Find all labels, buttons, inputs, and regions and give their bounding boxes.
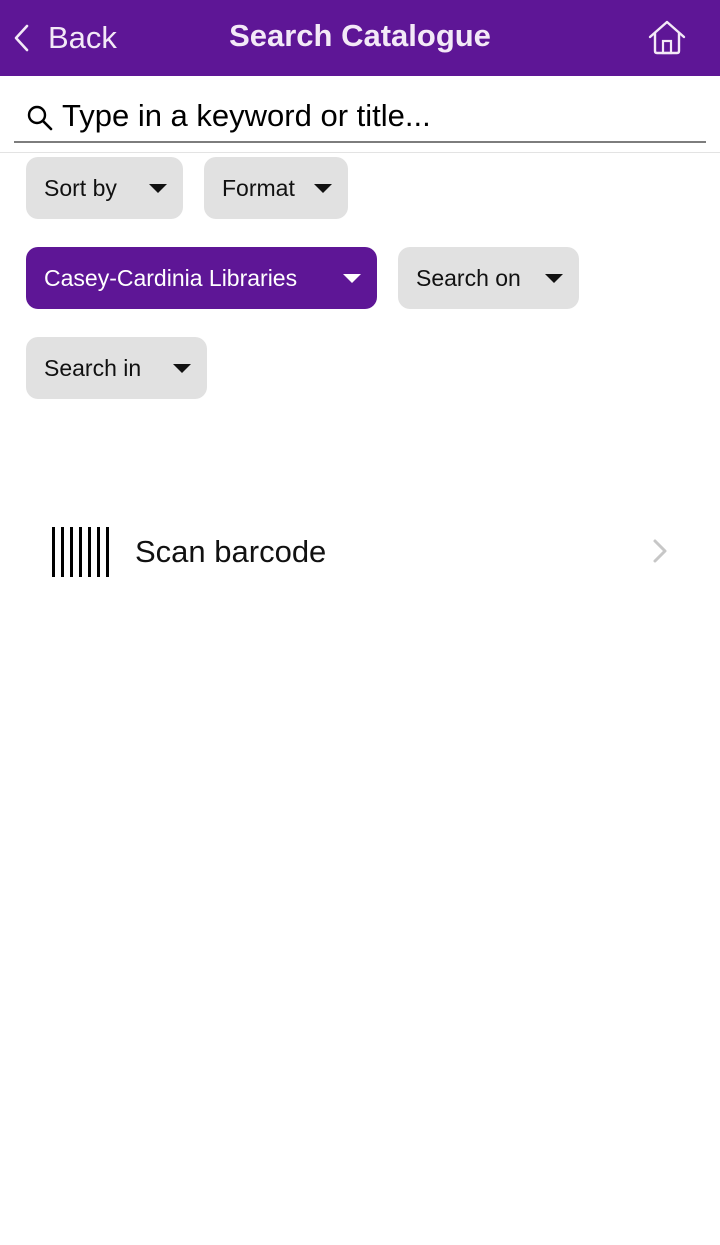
barcode-icon xyxy=(52,527,109,577)
home-icon[interactable] xyxy=(648,20,686,56)
divider xyxy=(0,152,720,153)
caret-down-icon xyxy=(314,184,332,193)
back-label: Back xyxy=(48,20,117,55)
chevron-right-icon xyxy=(653,539,667,563)
caret-down-icon xyxy=(149,184,167,193)
sort-by-label: Sort by xyxy=(44,174,117,201)
search-in-label: Search in xyxy=(44,354,142,381)
chevron-left-icon xyxy=(14,24,29,52)
caret-down-icon xyxy=(343,274,361,283)
format-label: Format xyxy=(222,174,295,201)
caret-down-icon xyxy=(545,274,563,283)
search-on-label: Search on xyxy=(416,264,521,291)
back-button[interactable]: Back xyxy=(12,18,117,58)
library-label: Casey-Cardinia Libraries xyxy=(44,264,298,291)
search-input[interactable] xyxy=(62,93,682,138)
sort-by-dropdown[interactable]: Sort by xyxy=(26,157,183,219)
navigation-bar: Back Search Catalogue xyxy=(0,0,720,76)
search-bar xyxy=(14,90,706,143)
search-icon xyxy=(27,105,53,130)
scan-barcode-label: Scan barcode xyxy=(135,534,327,569)
caret-down-icon xyxy=(173,364,191,373)
search-in-dropdown[interactable]: Search in xyxy=(26,337,207,399)
scan-barcode-row[interactable]: Scan barcode xyxy=(0,510,720,594)
search-on-dropdown[interactable]: Search on xyxy=(398,247,579,309)
library-dropdown[interactable]: Casey-Cardinia Libraries xyxy=(26,247,377,309)
format-dropdown[interactable]: Format xyxy=(204,157,348,219)
